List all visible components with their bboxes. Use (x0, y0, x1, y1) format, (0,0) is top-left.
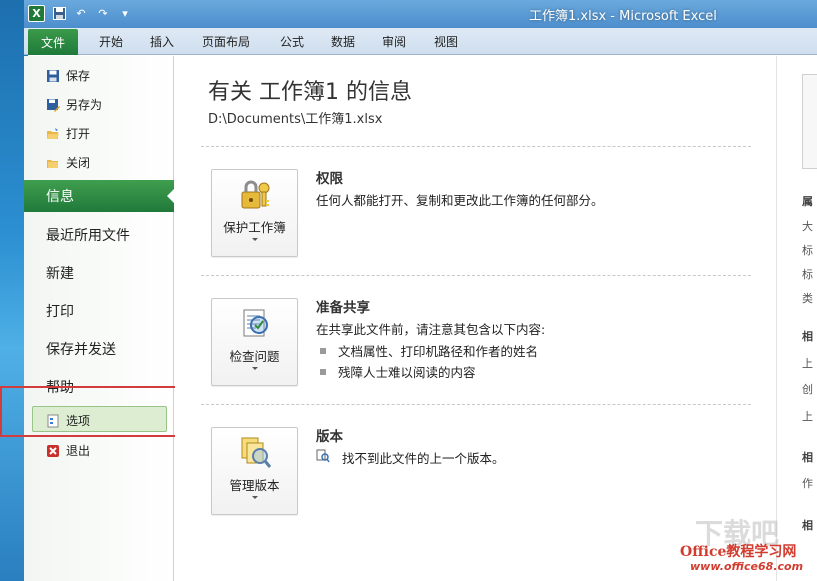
check-issues-label: 检查问题 (229, 349, 280, 364)
versions-heading: 版本 (316, 429, 343, 445)
related-people-heading: 相 (802, 451, 813, 464)
dropdown-arrow-icon (252, 496, 258, 499)
dropdown-arrow-icon (252, 367, 258, 370)
property-label: 上 (802, 410, 813, 423)
tab-view[interactable]: 视图 (434, 33, 458, 50)
property-label: 类 (802, 292, 813, 305)
open-command-label: 打开 (66, 127, 91, 141)
property-label: 创 (802, 383, 813, 396)
tab-formulas[interactable]: 公式 (280, 33, 304, 50)
manage-versions-button[interactable]: 管理版本 (211, 427, 298, 515)
manage-versions-icon (238, 436, 272, 470)
redo-icon[interactable]: ↷ (95, 6, 111, 22)
properties-heading: 属 (802, 195, 813, 208)
property-label: 上 (802, 357, 813, 370)
annotation-highlight-box (0, 386, 185, 437)
page-title: 有关 工作簿1 的信息 (208, 80, 412, 105)
tab-home[interactable]: 开始 (99, 33, 123, 50)
check-issues-button[interactable]: 检查问题 (211, 298, 298, 386)
divider (201, 275, 751, 276)
tab-review[interactable]: 审阅 (382, 33, 406, 50)
file-path: D:\Documents\工作簿1.xlsx (208, 112, 383, 127)
document-search-icon (316, 449, 330, 466)
property-label: 大 (802, 220, 813, 233)
tab-data[interactable]: 数据 (331, 33, 355, 50)
property-label: 标 (802, 268, 813, 281)
list-item-text: 残障人士难以阅读的内容 (338, 365, 476, 380)
divider (201, 404, 751, 405)
protect-workbook-label: 保护工作簿 (223, 220, 286, 235)
tab-page-layout[interactable]: 页面布局 (202, 33, 250, 50)
watermark-url: www.office68.com (690, 560, 804, 573)
save-command[interactable]: 保存 (46, 67, 90, 84)
window-title: 工作簿1.xlsx - Microsoft Excel (529, 9, 717, 24)
watermark-title: Office教程学习网 (680, 544, 797, 560)
close-command[interactable]: 关闭 (46, 154, 90, 171)
key-lock-icon (238, 178, 272, 212)
permissions-description: 任何人都能打开、复制和更改此工作簿的任何部分。 (316, 193, 604, 208)
prepare-sharing-heading: 准备共享 (316, 300, 370, 316)
inspect-checklist-icon (238, 307, 272, 341)
close-command-label: 关闭 (66, 156, 91, 170)
divider (201, 146, 751, 147)
prepare-sharing-description: 在共享此文件前，请注意其包含以下内容: (316, 322, 546, 337)
ribbon-tabs: 文件 开始 插入 页面布局 公式 数据 审阅 视图 (24, 28, 817, 55)
save-as-icon (46, 98, 60, 112)
quick-access-toolbar: X ↶ ↷ ▾ (28, 5, 133, 22)
title-bar: X ↶ ↷ ▾ 工作簿1.xlsx - Microsoft Excel (24, 0, 817, 28)
tab-new[interactable]: 新建 (46, 263, 74, 283)
tab-recent[interactable]: 最近所用文件 (46, 225, 130, 245)
tab-insert[interactable]: 插入 (150, 33, 174, 50)
tab-info[interactable]: 信息 (24, 180, 175, 212)
save-command-label: 保存 (66, 69, 91, 83)
versions-status: 找不到此文件的上一个版本。 (316, 448, 505, 467)
properties-pane: 属 大 标 标 类 相 上 创 上 相 作 相 (776, 56, 817, 581)
related-documents-heading: 相 (802, 519, 813, 532)
save-as-command-label: 另存为 (66, 98, 103, 112)
bullet-icon (320, 368, 326, 375)
exit-label: 退出 (66, 444, 91, 458)
tab-info-label: 信息 (46, 189, 74, 205)
dropdown-arrow-icon (252, 238, 258, 241)
bullet-icon (320, 347, 326, 354)
property-label: 标 (802, 244, 813, 257)
list-item: 残障人士难以阅读的内容 (320, 362, 476, 381)
related-dates-heading: 相 (802, 330, 813, 343)
open-folder-icon (46, 127, 60, 141)
permissions-heading: 权限 (316, 171, 343, 187)
document-thumbnail (802, 74, 817, 169)
save-icon[interactable] (51, 6, 67, 22)
manage-versions-label: 管理版本 (229, 478, 280, 493)
excel-app-icon[interactable]: X (28, 5, 45, 22)
save-icon (46, 69, 60, 83)
list-item-text: 文档属性、打印机路径和作者的姓名 (338, 344, 539, 359)
open-command[interactable]: 打开 (46, 125, 90, 142)
save-as-command[interactable]: 另存为 (46, 96, 102, 113)
undo-icon[interactable]: ↶ (73, 6, 89, 22)
info-panel: 有关 工作簿1 的信息 D:\Documents\工作簿1.xlsx 保护工作簿… (175, 56, 775, 581)
backstage-nav: 保存 另存为 打开 关闭 信息 最近所用文件 新建 打印 保存并发送 帮助 选项 (24, 56, 175, 581)
tab-file[interactable]: 文件 (28, 29, 78, 55)
property-label: 作 (802, 477, 813, 490)
protect-workbook-button[interactable]: 保护工作簿 (211, 169, 298, 257)
tab-print[interactable]: 打印 (46, 301, 74, 321)
tab-save-send[interactable]: 保存并发送 (46, 339, 116, 359)
close-folder-icon (46, 156, 60, 170)
customize-qat-icon[interactable]: ▾ (117, 6, 133, 22)
exit-icon (46, 444, 60, 458)
exit-command[interactable]: 退出 (46, 442, 90, 459)
list-item: 文档属性、打印机路径和作者的姓名 (320, 341, 538, 360)
versions-description: 找不到此文件的上一个版本。 (342, 451, 505, 466)
